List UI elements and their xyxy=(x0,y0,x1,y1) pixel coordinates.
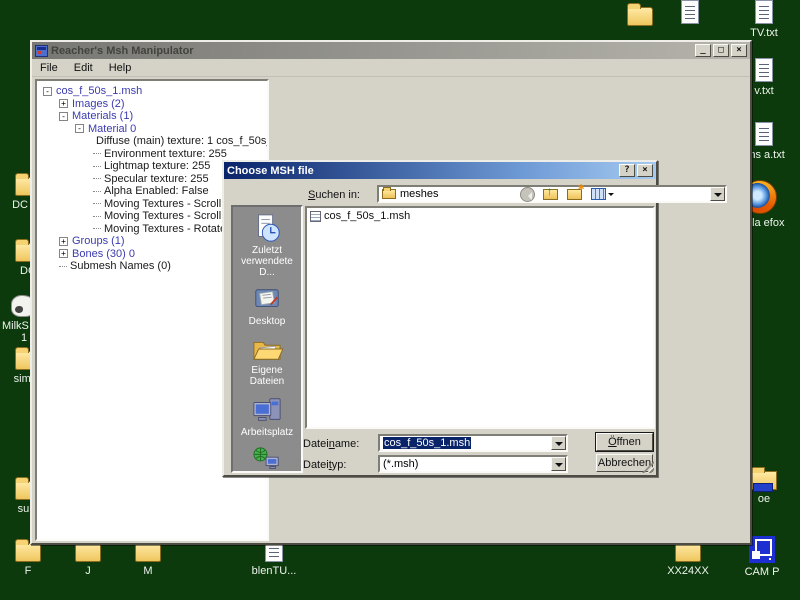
open-button[interactable]: Öffnen xyxy=(596,433,653,451)
desktop-icon xyxy=(252,286,282,314)
tree-item-images[interactable]: +Images (2) xyxy=(59,98,267,111)
menu-file[interactable]: File xyxy=(32,60,66,76)
look-in-label: Suchen in: xyxy=(308,189,360,201)
chevron-down-icon[interactable] xyxy=(551,457,566,471)
expand-icon[interactable]: + xyxy=(59,237,68,246)
text-file-icon xyxy=(755,58,773,82)
menu-help[interactable]: Help xyxy=(101,60,140,76)
back-button[interactable] xyxy=(517,185,537,203)
menu-edit[interactable]: Edit xyxy=(66,60,101,76)
maximize-button[interactable]: □ xyxy=(713,44,729,57)
place-my-computer[interactable]: Arbeitsplatz xyxy=(233,395,301,438)
choose-msh-file-dialog: Choose MSH file ? × Suchen in: meshes Zu… xyxy=(222,160,658,477)
cancel-button[interactable]: Abbrechen xyxy=(596,454,653,472)
help-button[interactable]: ? xyxy=(619,164,635,177)
back-icon xyxy=(520,187,535,202)
folder-icon xyxy=(675,543,701,562)
file-item-msh[interactable]: cos_f_50s_1.msh xyxy=(310,210,650,222)
my-documents-icon xyxy=(251,335,283,363)
my-computer-icon xyxy=(251,395,283,425)
place-desktop[interactable]: Desktop xyxy=(233,286,301,327)
camera-app-icon xyxy=(749,536,775,563)
text-file-icon xyxy=(681,0,699,24)
chevron-down-icon xyxy=(608,193,614,199)
main-window-titlebar[interactable]: Reacher's Msh Manipulator _ □ × xyxy=(32,42,750,59)
filetype-combobox[interactable]: (*.msh) xyxy=(378,455,568,473)
collapse-icon[interactable]: - xyxy=(43,87,52,96)
tree-item-material-0[interactable]: -Material 0 xyxy=(75,123,267,136)
folder-icon xyxy=(627,7,653,26)
filename-value: cos_f_50s_1.msh xyxy=(383,437,471,449)
desktop-icon-folder-top[interactable] xyxy=(616,2,664,29)
chevron-down-icon[interactable] xyxy=(710,187,725,201)
filetype-label: Dateityp: xyxy=(303,459,346,471)
window-title: Reacher's Msh Manipulator xyxy=(51,45,692,57)
filename-combobox[interactable]: cos_f_50s_1.msh xyxy=(378,434,568,452)
expand-icon[interactable]: + xyxy=(59,249,68,258)
minimize-button[interactable]: _ xyxy=(695,44,711,57)
folder-icon xyxy=(135,543,161,562)
chevron-down-icon[interactable] xyxy=(551,436,566,450)
new-folder-icon xyxy=(567,189,582,200)
tree-item-materials[interactable]: -Materials (1) xyxy=(59,110,267,123)
filetype-value: (*.msh) xyxy=(383,458,547,470)
desktop-icon-tv-txt[interactable]: TV.txt xyxy=(740,0,788,39)
collapse-icon[interactable]: - xyxy=(75,124,84,133)
tree-item-environment-texture[interactable]: Environment texture: 255 xyxy=(93,148,267,161)
network-icon xyxy=(251,446,283,473)
folder-icon xyxy=(15,543,41,562)
filename-label: Dateiname: xyxy=(303,438,359,450)
tree-item-diffuse-texture[interactable]: Diffuse (main) texture: 1 cos_f_50s_1.dd… xyxy=(93,135,267,148)
folder-app-icon xyxy=(751,471,777,490)
collapse-icon[interactable]: - xyxy=(59,112,68,121)
up-one-level-button[interactable] xyxy=(540,185,560,203)
app-icon xyxy=(35,45,48,57)
dialog-titlebar[interactable]: Choose MSH file ? × xyxy=(224,162,656,179)
text-file-icon xyxy=(755,122,773,146)
place-my-documents[interactable]: Eigene Dateien xyxy=(233,335,301,387)
close-button[interactable]: × xyxy=(731,44,747,57)
new-folder-button[interactable] xyxy=(564,185,584,203)
dialog-title: Choose MSH file xyxy=(227,165,616,177)
up-folder-icon xyxy=(543,189,558,200)
place-network[interactable]: Netzwerkumge... xyxy=(233,446,301,473)
views-icon xyxy=(591,188,606,200)
desktop-icon-text-top1[interactable] xyxy=(666,0,714,27)
views-button[interactable] xyxy=(588,185,616,203)
msh-file-icon xyxy=(310,211,321,222)
close-icon[interactable]: × xyxy=(637,164,653,177)
file-list[interactable]: cos_f_50s_1.msh xyxy=(305,206,655,429)
places-bar: Zuletzt verwendete D... Desktop Eigene D… xyxy=(231,205,303,473)
expand-icon[interactable]: + xyxy=(59,99,68,108)
text-file-icon xyxy=(755,0,773,24)
place-recent-documents[interactable]: Zuletzt verwendete D... xyxy=(233,213,301,278)
folder-icon xyxy=(75,543,101,562)
folder-icon xyxy=(382,189,396,199)
menubar: File Edit Help xyxy=(32,59,750,77)
tree-item-root[interactable]: -cos_f_50s_1.msh xyxy=(43,85,267,98)
recent-documents-icon xyxy=(252,213,282,243)
